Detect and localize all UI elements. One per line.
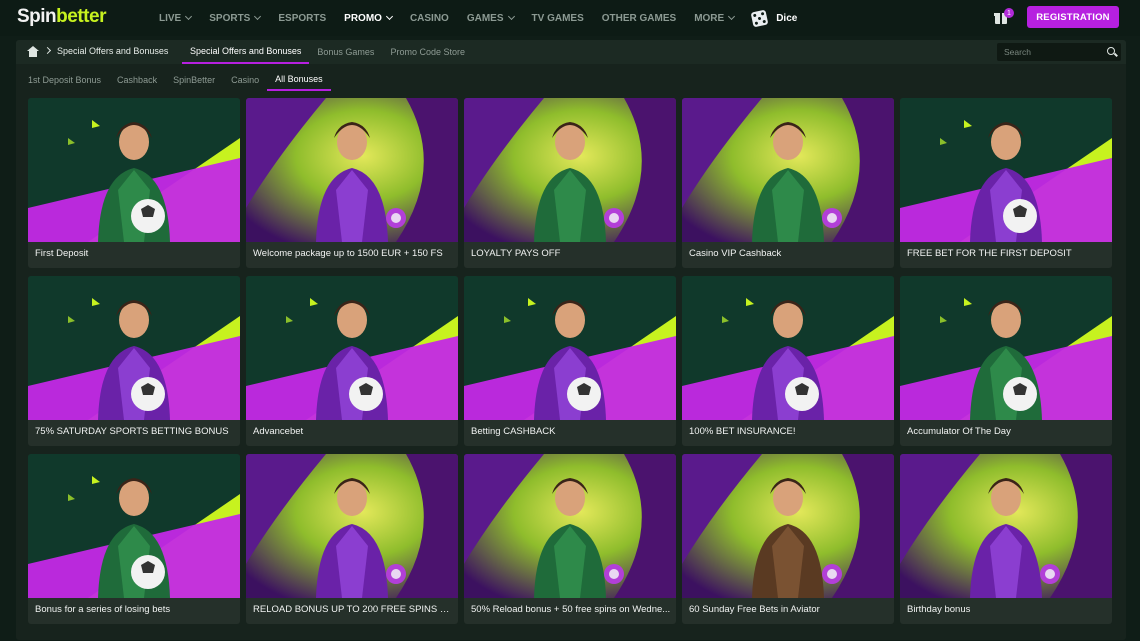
nav-item-label: PROMO bbox=[344, 12, 382, 24]
promo-panel: Special Offers and Bonuses Special Offer… bbox=[16, 40, 1126, 640]
bonus-image[interactable] bbox=[246, 276, 458, 420]
bonus-card[interactable]: 100% BET INSURANCE! bbox=[682, 276, 894, 446]
nav-item-label: TV GAMES bbox=[531, 12, 584, 24]
registration-button[interactable]: REGISTRATION bbox=[1027, 6, 1119, 28]
dice-icon bbox=[750, 9, 769, 27]
nav-item-label: CASINO bbox=[409, 12, 449, 24]
bonus-card[interactable]: Bonus for a series of losing bets bbox=[28, 454, 240, 624]
filter-tab-spinbetter[interactable]: SpinBetter bbox=[165, 69, 223, 91]
chevron-down-icon bbox=[507, 12, 515, 21]
bonus-title[interactable]: Betting CASHBACK bbox=[471, 426, 671, 437]
nav-item-label: OTHER GAMES bbox=[601, 12, 677, 24]
bonus-card[interactable]: Advancebet bbox=[246, 276, 458, 446]
bonus-card[interactable]: Accumulator Of The Day bbox=[900, 276, 1112, 446]
logo-text-better: better bbox=[56, 6, 106, 27]
bonus-image[interactable] bbox=[464, 454, 676, 598]
nav-item-other-games[interactable]: OTHER GAMES bbox=[593, 0, 685, 36]
nav-item-label: LIVE bbox=[159, 12, 182, 24]
bonus-title[interactable]: 60 Sunday Free Bets in Aviator bbox=[689, 604, 889, 615]
logo-text-spin: Spin bbox=[17, 6, 57, 27]
nav-item-dice[interactable]: Dice bbox=[743, 0, 806, 36]
chevron-down-icon bbox=[385, 12, 393, 21]
nav-item-sports[interactable]: SPORTS bbox=[200, 0, 269, 36]
bonus-image[interactable] bbox=[682, 276, 894, 420]
bonus-image[interactable] bbox=[682, 454, 894, 598]
bonus-card[interactable]: LOYALTY PAYS OFF bbox=[464, 98, 676, 268]
filter-tab-cashback[interactable]: Cashback bbox=[109, 69, 165, 91]
chevron-right-icon bbox=[43, 46, 52, 55]
bonus-card[interactable]: Betting CASHBACK bbox=[464, 276, 676, 446]
nav-item-label: GAMES bbox=[466, 12, 504, 24]
bonus-card[interactable]: FREE BET FOR THE FIRST DEPOSIT bbox=[900, 98, 1112, 268]
bonus-card[interactable]: Casino VIP Cashback bbox=[682, 98, 894, 268]
bonus-card[interactable]: Welcome package up to 1500 EUR + 150 FS bbox=[246, 98, 458, 268]
nav-item-promo[interactable]: PROMO bbox=[335, 0, 401, 36]
chevron-down-icon bbox=[185, 12, 193, 21]
bonus-title[interactable]: 75% SATURDAY SPORTS BETTING BONUS bbox=[35, 426, 235, 437]
home-icon[interactable] bbox=[27, 46, 39, 57]
filter-tab-all-bonuses[interactable]: All Bonuses bbox=[267, 69, 331, 91]
bonus-card[interactable]: RELOAD BONUS UP TO 200 FREE SPINS ON ... bbox=[246, 454, 458, 624]
bonus-title[interactable]: FREE BET FOR THE FIRST DEPOSIT bbox=[907, 248, 1107, 259]
nav-item-label: SPORTS bbox=[209, 12, 251, 24]
bonus-title[interactable]: RELOAD BONUS UP TO 200 FREE SPINS ON ... bbox=[253, 604, 453, 615]
search-placeholder: Search bbox=[1004, 47, 1031, 57]
bonus-title[interactable]: 100% BET INSURANCE! bbox=[689, 426, 889, 437]
bonus-card[interactable]: 75% SATURDAY SPORTS BETTING BONUS bbox=[28, 276, 240, 446]
filter-tab-1st-deposit-bonus[interactable]: 1st Deposit Bonus bbox=[20, 69, 109, 91]
bonus-title[interactable]: Birthday bonus bbox=[907, 604, 1107, 615]
nav-item-esports[interactable]: ESPORTS bbox=[269, 0, 335, 36]
breadcrumb-current[interactable]: Special Offers and Bonuses bbox=[57, 46, 168, 56]
nav-item-live[interactable]: LIVE bbox=[150, 0, 200, 36]
bonus-image[interactable] bbox=[28, 98, 240, 242]
bonus-card[interactable]: 60 Sunday Free Bets in Aviator bbox=[682, 454, 894, 624]
bonus-grid: First Deposit Welcome package up to 1500… bbox=[28, 98, 1114, 624]
chevron-down-icon bbox=[254, 12, 262, 21]
bonus-image[interactable] bbox=[900, 98, 1112, 242]
bonus-image[interactable] bbox=[900, 276, 1112, 420]
nav-item-games[interactable]: GAMES bbox=[458, 0, 523, 36]
bonus-title[interactable]: Advancebet bbox=[253, 426, 453, 437]
bonus-image[interactable] bbox=[464, 276, 676, 420]
bonus-filter-tabs: 1st Deposit Bonus Cashback SpinBetter Casin… bbox=[20, 69, 331, 91]
bonus-image[interactable] bbox=[246, 454, 458, 598]
chevron-down-icon bbox=[728, 12, 736, 21]
bonus-title[interactable]: Bonus for a series of losing bets bbox=[35, 604, 235, 615]
spinbetter-logo[interactable]: Spin better bbox=[17, 6, 106, 28]
bonus-image[interactable] bbox=[28, 454, 240, 598]
main-nav: LIVE SPORTS ESPORTS PROMO CASINO GAMES TV GAME… bbox=[150, 0, 806, 36]
nav-item-casino[interactable]: CASINO bbox=[401, 0, 458, 36]
bonus-title[interactable]: Accumulator Of The Day bbox=[907, 426, 1107, 437]
bonus-image[interactable] bbox=[28, 276, 240, 420]
top-navigation-bar: Spin better LIVE SPORTS ESPORTS PROMO CASINO G… bbox=[0, 0, 1140, 36]
tab-bonus-games[interactable]: Bonus Games bbox=[309, 40, 382, 64]
nav-item-more[interactable]: MORE bbox=[685, 0, 743, 36]
bonus-card[interactable]: Birthday bonus bbox=[900, 454, 1112, 624]
filter-tab-casino[interactable]: Casino bbox=[223, 69, 267, 91]
bonus-image[interactable] bbox=[900, 454, 1112, 598]
tab-special-offers-and-bonuses[interactable]: Special Offers and Bonuses bbox=[182, 40, 310, 64]
search-icon[interactable] bbox=[1107, 47, 1115, 55]
bonus-title[interactable]: Welcome package up to 1500 EUR + 150 FS bbox=[253, 248, 453, 259]
bonus-title[interactable]: LOYALTY PAYS OFF bbox=[471, 248, 671, 259]
bonus-card[interactable]: First Deposit bbox=[28, 98, 240, 268]
tab-promo-code-store[interactable]: Promo Code Store bbox=[382, 40, 473, 64]
bonus-title[interactable]: 50% Reload bonus + 50 free spins on Wedn… bbox=[471, 604, 671, 615]
bonus-image[interactable] bbox=[682, 98, 894, 242]
bonus-title[interactable]: First Deposit bbox=[35, 248, 235, 259]
gift-count-badge: 1 bbox=[1004, 8, 1014, 18]
nav-item-tv-games[interactable]: TV GAMES bbox=[523, 0, 593, 36]
bonus-image[interactable] bbox=[464, 98, 676, 242]
nav-item-label: Dice bbox=[776, 12, 798, 24]
breadcrumb: Special Offers and Bonuses Special Offer… bbox=[16, 40, 1126, 64]
search-input[interactable]: Search bbox=[997, 43, 1121, 61]
bonus-image[interactable] bbox=[246, 98, 458, 242]
nav-item-label: ESPORTS bbox=[278, 12, 327, 24]
bonus-card[interactable]: 50% Reload bonus + 50 free spins on Wedn… bbox=[464, 454, 676, 624]
nav-item-label: MORE bbox=[694, 12, 725, 24]
section-tabs: Special Offers and Bonuses Bonus Games Pro… bbox=[182, 40, 473, 64]
bonus-title[interactable]: Casino VIP Cashback bbox=[689, 248, 889, 259]
